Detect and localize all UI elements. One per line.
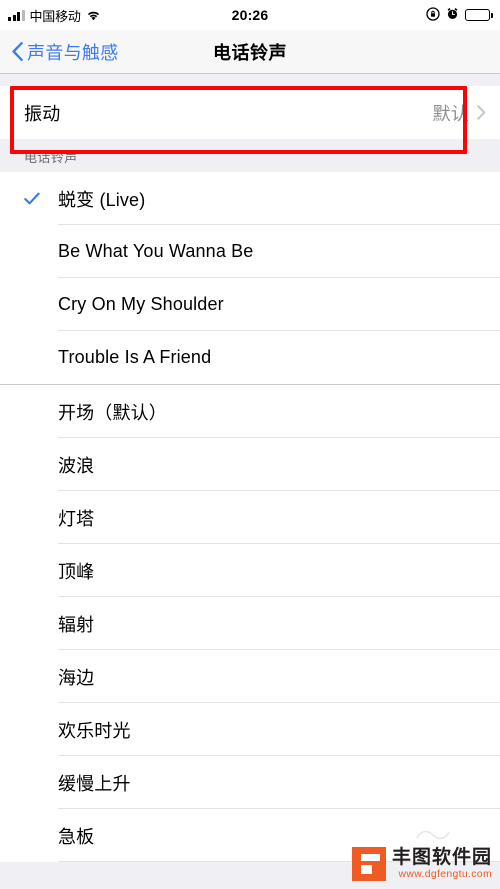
ringtone-name: 蜕变 (Live) <box>58 189 146 210</box>
back-button-label: 声音与触感 <box>27 42 119 63</box>
custom-ringtone-list: 蜕变 (Live) Be What You Wanna Be Cry On My… <box>0 172 500 384</box>
list-item[interactable]: 灯塔 <box>0 491 500 544</box>
ringtone-name: 波浪 <box>58 455 95 476</box>
vibration-label: 振动 <box>24 103 61 124</box>
checkmark-icon <box>24 192 44 205</box>
ringtone-name: Cry On My Shoulder <box>58 294 224 314</box>
list-item[interactable]: 急板 <box>0 809 500 862</box>
row-separator <box>58 861 500 862</box>
list-item[interactable]: 顶峰 <box>0 544 500 597</box>
status-bar: 中国移动 20:26 <box>0 0 500 30</box>
ringtone-name: 海边 <box>58 667 95 688</box>
ringtone-name: 顶峰 <box>58 561 95 582</box>
ringtone-name: 辐射 <box>58 614 95 635</box>
list-item[interactable]: 蜕变 (Live) <box>0 172 500 225</box>
ringtone-name: Trouble Is A Friend <box>58 347 212 367</box>
list-item[interactable]: 缓慢上升 <box>0 756 500 809</box>
list-item[interactable]: Trouble Is A Friend <box>0 331 500 384</box>
ringtone-name: 急板 <box>58 826 95 847</box>
ringtone-section-header: 电话铃声 <box>0 139 500 172</box>
battery-icon <box>465 9 493 21</box>
navigation-bar: 声音与触感 电话铃声 <box>0 30 500 74</box>
chevron-left-icon <box>12 42 23 61</box>
watermark-url: www.dgfengtu.com <box>398 868 492 881</box>
settings-content: 振动 默认 电话铃声 蜕变 (Live) Be What You Wanna B… <box>0 74 500 862</box>
list-item[interactable]: 开场（默认） <box>0 385 500 438</box>
list-item[interactable]: 海边 <box>0 650 500 703</box>
top-spacer <box>0 74 500 86</box>
back-button[interactable]: 声音与触感 <box>0 39 119 65</box>
list-item[interactable]: 欢乐时光 <box>0 703 500 756</box>
list-item[interactable]: 波浪 <box>0 438 500 491</box>
list-item[interactable]: Be What You Wanna Be <box>0 225 500 278</box>
ringtone-name: 灯塔 <box>58 508 95 529</box>
system-ringtone-list: 开场（默认） 波浪 灯塔 顶峰 辐射 海边 欢乐时光 缓慢上升 急板 <box>0 385 500 862</box>
vibration-value: 默认 <box>432 103 469 124</box>
list-item[interactable]: 辐射 <box>0 597 500 650</box>
status-bar-clock: 20:26 <box>231 7 269 23</box>
chevron-right-icon <box>469 105 486 120</box>
list-item[interactable]: Cry On My Shoulder <box>0 278 500 331</box>
ringtone-name: 开场（默认） <box>58 402 167 423</box>
ringtone-name: Be What You Wanna Be <box>58 241 254 261</box>
ringtone-name: 缓慢上升 <box>58 773 131 794</box>
vibration-row[interactable]: 振动 默认 <box>0 86 500 139</box>
ringtone-name: 欢乐时光 <box>58 720 131 741</box>
